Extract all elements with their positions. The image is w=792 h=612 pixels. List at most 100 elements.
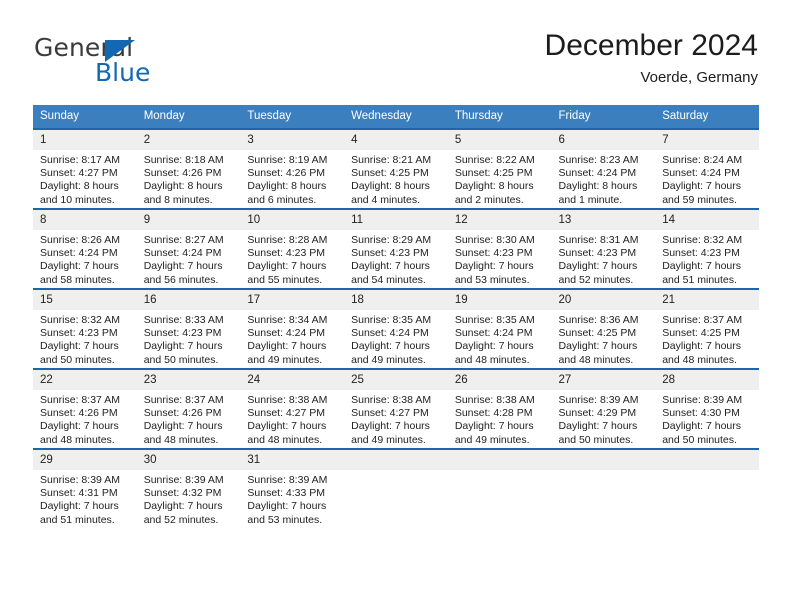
calendar-day-cell[interactable] xyxy=(551,448,656,528)
sunrise-time: Sunrise: 8:24 AM xyxy=(662,154,743,166)
daylight-duration-line1: Daylight: 7 hours xyxy=(247,500,327,513)
day-cell-content: 19 Sunrise: 8:35 AM Sunset: 4:24 PM Dayligh… xyxy=(447,290,552,368)
daylight-duration-line2: and 4 minutes. xyxy=(351,193,420,206)
day-number xyxy=(447,450,552,470)
calendar-day-cell[interactable]: 11 Sunrise: 8:29 AM Sunset: 4:23 PM Dayligh… xyxy=(344,208,448,289)
sunrise-time: Sunrise: 8:27 AM xyxy=(143,234,224,246)
daylight-duration-line1: Daylight: 7 hours xyxy=(247,420,327,433)
daylight-duration-line1: Daylight: 7 hours xyxy=(351,420,430,433)
weekday-header-saturday: Saturday xyxy=(655,105,759,129)
day-cell-content: 4 Sunrise: 8:21 AM Sunset: 4:25 PM Daylight… xyxy=(344,130,448,208)
calendar-day-cell[interactable]: 14 Sunrise: 8:32 AM Sunset: 4:23 PM Dayligh… xyxy=(655,208,759,289)
sunrise-time: Sunrise: 8:30 AM xyxy=(454,234,535,246)
calendar-day-cell[interactable]: 3 Sunrise: 8:19 AM Sunset: 4:26 PM Daylight… xyxy=(240,128,345,209)
day-number: 30 xyxy=(136,450,241,470)
sunrise-time: Sunrise: 8:39 AM xyxy=(662,394,743,406)
daylight-duration-line2: and 49 minutes. xyxy=(247,353,323,366)
day-number: 24 xyxy=(240,370,345,390)
calendar-day-cell[interactable]: 23 Sunrise: 8:37 AM Sunset: 4:26 PM Dayligh… xyxy=(136,368,241,449)
calendar-day-cell[interactable]: 27 Sunrise: 8:39 AM Sunset: 4:29 PM Dayligh… xyxy=(551,368,656,449)
calendar-day-cell[interactable] xyxy=(655,448,759,528)
weekday-header-thursday: Thursday xyxy=(447,105,552,129)
day-cell-content: 27 Sunrise: 8:39 AM Sunset: 4:29 PM Dayligh… xyxy=(551,370,656,448)
day-cell-content: 12 Sunrise: 8:30 AM Sunset: 4:23 PM Dayligh… xyxy=(447,210,552,288)
sunset-time: Sunset: 4:23 PM xyxy=(662,247,740,260)
sunset-time: Sunset: 4:26 PM xyxy=(143,167,222,180)
day-cell-content: 28 Sunrise: 8:39 AM Sunset: 4:30 PM Dayligh… xyxy=(655,370,759,448)
sunset-time: Sunset: 4:24 PM xyxy=(662,167,740,180)
calendar-day-cell[interactable] xyxy=(344,448,448,528)
sunrise-time: Sunrise: 8:19 AM xyxy=(247,154,328,166)
sunset-time: Sunset: 4:24 PM xyxy=(143,247,222,260)
day-number: 10 xyxy=(240,210,345,230)
daylight-duration-line2: and 59 minutes. xyxy=(662,193,737,206)
calendar-day-cell[interactable]: 7 Sunrise: 8:24 AM Sunset: 4:24 PM Daylight… xyxy=(655,128,759,209)
calendar-day-cell[interactable]: 30 Sunrise: 8:39 AM Sunset: 4:32 PM Dayligh… xyxy=(136,448,241,528)
day-cell-content: 9 Sunrise: 8:27 AM Sunset: 4:24 PM Daylight… xyxy=(136,210,241,288)
day-cell-content: 11 Sunrise: 8:29 AM Sunset: 4:23 PM Dayligh… xyxy=(344,210,448,288)
calendar-day-cell[interactable]: 22 Sunrise: 8:37 AM Sunset: 4:26 PM Dayligh… xyxy=(33,368,137,449)
calendar-day-cell[interactable]: 8 Sunrise: 8:26 AM Sunset: 4:24 PM Daylight… xyxy=(33,208,137,289)
day-sun-info: Sunrise: 8:23 AM Sunset: 4:24 PM Daylight:… xyxy=(552,150,656,207)
calendar-day-cell[interactable]: 29 Sunrise: 8:39 AM Sunset: 4:31 PM Dayligh… xyxy=(33,448,137,528)
calendar-day-cell[interactable]: 5 Sunrise: 8:22 AM Sunset: 4:25 PM Daylight… xyxy=(447,128,552,209)
day-number: 5 xyxy=(447,130,552,150)
day-sun-info: Sunrise: 8:24 AM Sunset: 4:24 PM Daylight:… xyxy=(655,150,759,207)
sunset-time: Sunset: 4:32 PM xyxy=(143,487,222,500)
calendar-day-cell[interactable]: 12 Sunrise: 8:30 AM Sunset: 4:23 PM Dayligh… xyxy=(447,208,552,289)
calendar-day-cell[interactable]: 26 Sunrise: 8:38 AM Sunset: 4:28 PM Dayligh… xyxy=(447,368,552,449)
day-cell-content: 30 Sunrise: 8:39 AM Sunset: 4:32 PM Dayligh… xyxy=(136,450,241,528)
calendar-day-cell[interactable]: 4 Sunrise: 8:21 AM Sunset: 4:25 PM Daylight… xyxy=(344,128,448,209)
calendar-day-cell[interactable]: 28 Sunrise: 8:39 AM Sunset: 4:30 PM Dayligh… xyxy=(655,368,759,449)
calendar-day-cell[interactable]: 19 Sunrise: 8:35 AM Sunset: 4:24 PM Dayligh… xyxy=(447,288,552,369)
sunrise-time: Sunrise: 8:17 AM xyxy=(40,154,120,166)
sunset-time: Sunset: 4:26 PM xyxy=(143,407,222,420)
sunrise-time: Sunrise: 8:37 AM xyxy=(143,394,224,406)
daylight-duration-line1: Daylight: 7 hours xyxy=(143,340,223,353)
calendar-day-cell[interactable]: 31 Sunrise: 8:39 AM Sunset: 4:33 PM Dayligh… xyxy=(240,448,345,528)
daylight-duration-line1: Daylight: 7 hours xyxy=(40,340,119,353)
calendar-day-cell[interactable]: 6 Sunrise: 8:23 AM Sunset: 4:24 PM Daylight… xyxy=(551,128,656,209)
calendar-day-cell[interactable]: 13 Sunrise: 8:31 AM Sunset: 4:23 PM Dayligh… xyxy=(551,208,656,289)
sunrise-time: Sunrise: 8:29 AM xyxy=(351,234,432,246)
day-sun-info: Sunrise: 8:27 AM Sunset: 4:24 PM Daylight:… xyxy=(137,230,241,287)
calendar-day-cell[interactable]: 15 Sunrise: 8:32 AM Sunset: 4:23 PM Dayligh… xyxy=(33,288,137,369)
day-cell-content: 1 Sunrise: 8:17 AM Sunset: 4:27 PM Daylight… xyxy=(33,130,137,208)
day-sun-info: Sunrise: 8:19 AM Sunset: 4:26 PM Daylight:… xyxy=(240,150,344,207)
calendar-day-cell[interactable]: 9 Sunrise: 8:27 AM Sunset: 4:24 PM Daylight… xyxy=(136,208,241,289)
calendar-day-cell[interactable]: 18 Sunrise: 8:35 AM Sunset: 4:24 PM Dayligh… xyxy=(344,288,448,369)
daylight-duration-line2: and 54 minutes. xyxy=(351,273,426,286)
general-blue-logo[interactable]: General Blue xyxy=(34,34,244,90)
calendar-day-cell[interactable]: 25 Sunrise: 8:38 AM Sunset: 4:27 PM Dayligh… xyxy=(344,368,448,449)
daylight-duration-line1: Daylight: 7 hours xyxy=(662,420,742,433)
sunset-time: Sunset: 4:29 PM xyxy=(558,407,637,420)
calendar-day-cell[interactable]: 10 Sunrise: 8:28 AM Sunset: 4:23 PM Dayligh… xyxy=(240,208,345,289)
day-number: 25 xyxy=(344,370,448,390)
calendar-day-cell[interactable]: 20 Sunrise: 8:36 AM Sunset: 4:25 PM Dayligh… xyxy=(551,288,656,369)
day-sun-info: Sunrise: 8:38 AM Sunset: 4:28 PM Daylight:… xyxy=(448,390,552,447)
sunset-time: Sunset: 4:24 PM xyxy=(351,327,429,340)
daylight-duration-line2: and 51 minutes. xyxy=(40,513,115,526)
day-cell-content: 29 Sunrise: 8:39 AM Sunset: 4:31 PM Dayligh… xyxy=(33,450,137,528)
daylight-duration-line1: Daylight: 8 hours xyxy=(454,180,534,193)
calendar-week-row: 15 Sunrise: 8:32 AM Sunset: 4:23 PM Dayligh… xyxy=(33,288,759,369)
calendar-day-cell[interactable]: 24 Sunrise: 8:38 AM Sunset: 4:27 PM Dayligh… xyxy=(240,368,345,449)
day-number: 12 xyxy=(447,210,552,230)
day-sun-info: Sunrise: 8:39 AM Sunset: 4:29 PM Daylight:… xyxy=(552,390,656,447)
calendar-day-cell[interactable]: 2 Sunrise: 8:18 AM Sunset: 4:26 PM Daylight… xyxy=(136,128,241,209)
sunrise-time: Sunrise: 8:39 AM xyxy=(40,474,120,486)
day-cell-content: 31 Sunrise: 8:39 AM Sunset: 4:33 PM Dayligh… xyxy=(240,450,345,528)
sunset-time: Sunset: 4:25 PM xyxy=(351,167,429,180)
sunset-time: Sunset: 4:23 PM xyxy=(351,247,429,260)
calendar-day-cell[interactable]: 16 Sunrise: 8:33 AM Sunset: 4:23 PM Dayligh… xyxy=(136,288,241,369)
day-cell-content: 17 Sunrise: 8:34 AM Sunset: 4:24 PM Dayligh… xyxy=(240,290,345,368)
calendar-day-cell[interactable]: 1 Sunrise: 8:17 AM Sunset: 4:27 PM Daylight… xyxy=(33,128,137,209)
calendar-day-cell[interactable]: 21 Sunrise: 8:37 AM Sunset: 4:25 PM Dayligh… xyxy=(655,288,759,369)
sunrise-time: Sunrise: 8:35 AM xyxy=(351,314,432,326)
day-number: 4 xyxy=(344,130,448,150)
calendar-day-cell[interactable] xyxy=(447,448,552,528)
daylight-duration-line2: and 48 minutes. xyxy=(40,433,115,446)
sunset-time: Sunset: 4:23 PM xyxy=(143,327,222,340)
sunrise-time: Sunrise: 8:39 AM xyxy=(558,394,639,406)
calendar-day-cell[interactable]: 17 Sunrise: 8:34 AM Sunset: 4:24 PM Dayligh… xyxy=(240,288,345,369)
